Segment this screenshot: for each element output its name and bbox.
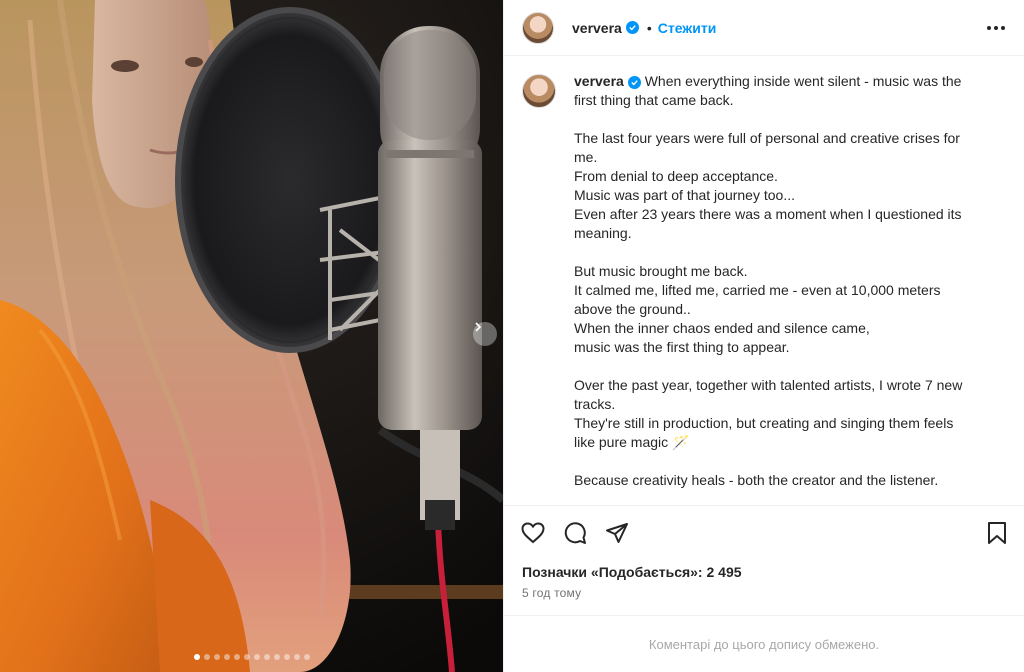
post-photo[interactable] <box>0 0 503 672</box>
save-button[interactable] <box>984 520 1010 546</box>
caption-line: When the inner chaos ended and silence c… <box>574 320 870 336</box>
action-bar <box>504 505 1024 558</box>
caption-author-avatar[interactable] <box>522 74 556 108</box>
post-caption: ververa When everything inside went sile… <box>522 72 1008 502</box>
comment-button[interactable] <box>562 520 588 546</box>
caption-line: They're still in production, but creatin… <box>574 415 954 431</box>
caption-line: like pure magic 🪄 <box>574 434 690 450</box>
caption-line: Because creativity heals - both the crea… <box>574 472 939 488</box>
more-options-button[interactable] <box>984 16 1008 40</box>
caption-line: The last four years were full of persona… <box>574 130 960 146</box>
caption-line: me. <box>574 149 598 165</box>
likes-count[interactable]: Позначки «Подобається»: 2 495 <box>522 564 742 580</box>
share-icon <box>606 523 628 543</box>
carousel-dot <box>223 654 230 660</box>
carousel-dot <box>213 654 220 660</box>
more-horizontal-icon <box>987 26 1005 30</box>
carousel-dot <box>203 654 210 660</box>
comment-icon <box>564 522 586 544</box>
caption-line: When everything inside went silent - mus… <box>644 73 962 89</box>
caption-line: Over the past year, together with talent… <box>574 377 963 393</box>
post-timestamp[interactable]: 5 год тому <box>522 586 581 600</box>
post-sidebar: ververa • Стежити ververa When everythin… <box>503 0 1024 672</box>
carousel-dot <box>303 654 310 660</box>
next-photo-button[interactable] <box>473 322 497 346</box>
caption-line: meaning. <box>574 225 632 241</box>
follow-button[interactable]: Стежити <box>658 20 717 36</box>
carousel-dot <box>283 654 290 660</box>
caption-line: But music brought me back. <box>574 263 748 279</box>
caption-line: above the ground.. <box>574 301 691 317</box>
verified-badge-icon <box>625 21 639 34</box>
caption-paragraph-gap <box>574 452 962 471</box>
author-avatar[interactable] <box>522 11 554 44</box>
author-username[interactable]: ververa <box>572 20 622 36</box>
like-button[interactable] <box>520 520 546 546</box>
bookmark-icon <box>988 522 1006 544</box>
carousel-indicator <box>0 654 503 660</box>
studio-photo <box>0 0 503 672</box>
caption-line: first thing that came back. <box>574 92 734 108</box>
carousel-dot <box>263 654 270 660</box>
caption-username[interactable]: ververa <box>574 73 624 89</box>
carousel-dot <box>243 654 250 660</box>
follow-separator: • <box>646 19 652 36</box>
caption-line: music was the first thing to appear. <box>574 339 790 355</box>
caption-line: tracks. <box>574 396 616 412</box>
caption-line: Music was part of that journey too... <box>574 187 795 203</box>
caption-paragraph-gap <box>574 357 962 376</box>
caption-text: ververa When everything inside went sile… <box>574 72 962 502</box>
caption-line: It calmed me, lifted me, carried me - ev… <box>574 282 941 298</box>
instagram-post-view: ververa • Стежити ververa When everythin… <box>0 0 1024 672</box>
caption-line: Even after 23 years there was a moment w… <box>574 206 962 222</box>
chevron-right-icon <box>475 322 482 332</box>
caption-first-line: ververa When everything inside went sile… <box>574 72 962 91</box>
caption-paragraph-gap <box>574 243 962 262</box>
carousel-dot <box>293 654 300 660</box>
carousel-dot <box>233 654 240 660</box>
verified-badge-icon <box>627 76 641 89</box>
comments-disabled-notice: Коментарі до цього допису обмежено. <box>504 615 1024 672</box>
caption-paragraph-gap <box>574 110 962 129</box>
caption-line: From denial to deep acceptance. <box>574 168 778 184</box>
heart-icon <box>521 522 545 544</box>
share-button[interactable] <box>604 520 630 546</box>
carousel-dot <box>273 654 280 660</box>
carousel-dot <box>253 654 260 660</box>
post-header: ververa • Стежити <box>504 0 1024 56</box>
carousel-dot <box>193 654 200 660</box>
